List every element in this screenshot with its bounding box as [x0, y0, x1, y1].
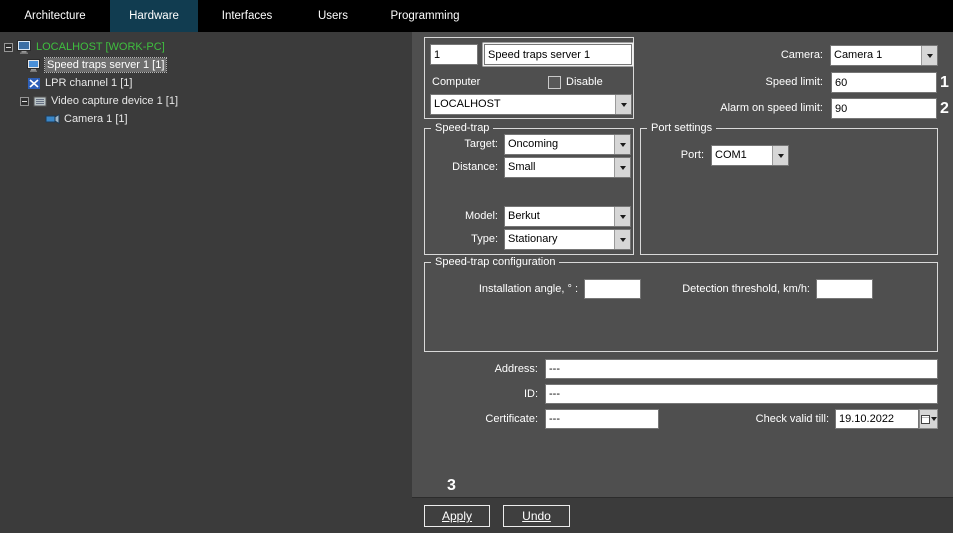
- apply-button[interactable]: Apply: [424, 505, 490, 527]
- computer-label: Computer: [432, 72, 480, 93]
- tree-item-label: LOCALHOST [WORK-PC]: [36, 40, 165, 54]
- distance-combo-value: Small: [505, 158, 614, 177]
- tree-item-label: LPR channel 1 [1]: [45, 76, 132, 90]
- object-id-field[interactable]: [430, 44, 478, 65]
- port-label: Port:: [641, 145, 707, 166]
- settings-panel: Computer Disable LOCALHOST Camera: Camer…: [412, 32, 953, 533]
- type-combo[interactable]: Stationary: [504, 229, 631, 250]
- chevron-down-icon: [614, 135, 630, 154]
- camera-combo-value: Camera 1: [831, 46, 921, 65]
- camera-label: Camera:: [712, 45, 826, 66]
- chevron-down-icon: [931, 417, 937, 421]
- id-label: ID:: [432, 384, 541, 405]
- computer-combo-value: LOCALHOST: [431, 95, 615, 114]
- tree-item-camera[interactable]: Camera 1 [1]: [45, 111, 128, 127]
- alarm-speed-field[interactable]: [831, 98, 937, 119]
- installation-angle-label: Installation angle, ° :: [425, 279, 581, 300]
- tab-users[interactable]: Users: [296, 0, 370, 32]
- calendar-icon: [921, 415, 930, 424]
- tree-item-label: Video capture device 1 [1]: [51, 94, 178, 108]
- speed-limit-field[interactable]: [831, 72, 937, 93]
- undo-button[interactable]: Undo: [503, 505, 570, 527]
- camera-icon: [45, 113, 60, 125]
- camera-combo[interactable]: Camera 1: [830, 45, 938, 66]
- date-picker-button[interactable]: [919, 409, 938, 429]
- model-combo[interactable]: Berkut: [504, 206, 631, 227]
- collapse-icon[interactable]: [20, 97, 29, 106]
- tree-item-label: Camera 1 [1]: [64, 112, 128, 126]
- chevron-down-icon: [615, 95, 631, 114]
- capture-board-icon: [33, 95, 47, 108]
- tab-architecture[interactable]: Architecture: [0, 0, 110, 32]
- chevron-down-icon: [614, 230, 630, 249]
- annotation-2: 2: [940, 99, 949, 119]
- top-menu-bar: Architecture Hardware Interfaces Users P…: [0, 0, 953, 32]
- tree-item-speed-traps-server[interactable]: Speed traps server 1 [1]: [27, 57, 166, 73]
- chevron-down-icon: [921, 46, 937, 65]
- id-field[interactable]: [545, 384, 938, 404]
- type-label: Type:: [425, 229, 501, 250]
- model-combo-value: Berkut: [505, 207, 614, 226]
- tree-item-label: Speed traps server 1 [1]: [45, 58, 166, 72]
- speed-trap-configuration-group-title: Speed-trap configuration: [431, 256, 559, 269]
- port-settings-groupbox: Port settings Port: COM1: [640, 128, 938, 255]
- port-settings-group-title: Port settings: [647, 122, 716, 135]
- port-combo-value: COM1: [712, 146, 772, 165]
- disable-label: Disable: [566, 72, 603, 93]
- application-window: Architecture Hardware Interfaces Users P…: [0, 0, 953, 533]
- target-combo-value: Oncoming: [505, 135, 614, 154]
- speed-trap-groupbox: Speed-trap Target: Oncoming Distance: Sm…: [424, 128, 634, 255]
- tree-item-video-capture-device[interactable]: Video capture device 1 [1]: [20, 93, 178, 109]
- tab-programming[interactable]: Programming: [370, 0, 480, 32]
- alarm-speed-label: Alarm on speed limit:: [712, 98, 826, 119]
- annotation-1: 1: [940, 73, 949, 93]
- object-name-field[interactable]: [484, 44, 632, 65]
- address-field[interactable]: [545, 359, 938, 379]
- speed-trap-configuration-groupbox: Speed-trap configuration Installation an…: [424, 262, 938, 352]
- button-strip: Apply Undo: [412, 497, 953, 533]
- device-tree-panel: LOCALHOST [WORK-PC] Speed traps server 1…: [0, 32, 412, 533]
- installation-angle-field[interactable]: [584, 279, 641, 299]
- detection-threshold-label: Detection threshold, km/h:: [655, 279, 813, 300]
- chevron-down-icon: [614, 158, 630, 177]
- tab-interfaces[interactable]: Interfaces: [198, 0, 296, 32]
- distance-label: Distance:: [425, 157, 501, 178]
- tree-item-localhost[interactable]: LOCALHOST [WORK-PC]: [4, 39, 165, 55]
- port-combo[interactable]: COM1: [711, 145, 789, 166]
- computer-icon: [17, 40, 32, 54]
- distance-combo[interactable]: Small: [504, 157, 631, 178]
- detection-threshold-field[interactable]: [816, 279, 873, 299]
- address-label: Address:: [432, 359, 541, 380]
- speed-limit-label: Speed limit:: [712, 72, 826, 93]
- certificate-field[interactable]: [545, 409, 659, 429]
- lpr-channel-icon: [27, 77, 41, 90]
- identity-groupbox: Computer Disable LOCALHOST: [424, 37, 634, 119]
- type-combo-value: Stationary: [505, 230, 614, 249]
- tree-item-lpr-channel[interactable]: LPR channel 1 [1]: [27, 75, 132, 91]
- check-valid-till-label: Check valid till:: [692, 409, 832, 430]
- annotation-3: 3: [447, 476, 456, 496]
- disable-checkbox[interactable]: [548, 76, 561, 89]
- target-combo[interactable]: Oncoming: [504, 134, 631, 155]
- target-label: Target:: [425, 134, 501, 155]
- chevron-down-icon: [772, 146, 788, 165]
- model-label: Model:: [425, 206, 501, 227]
- tab-hardware[interactable]: Hardware: [110, 0, 198, 32]
- server-display-icon: [27, 59, 41, 72]
- collapse-icon[interactable]: [4, 43, 13, 52]
- computer-combo[interactable]: LOCALHOST: [430, 94, 632, 115]
- chevron-down-icon: [614, 207, 630, 226]
- certificate-label: Certificate:: [432, 409, 541, 430]
- check-valid-till-field[interactable]: [835, 409, 919, 429]
